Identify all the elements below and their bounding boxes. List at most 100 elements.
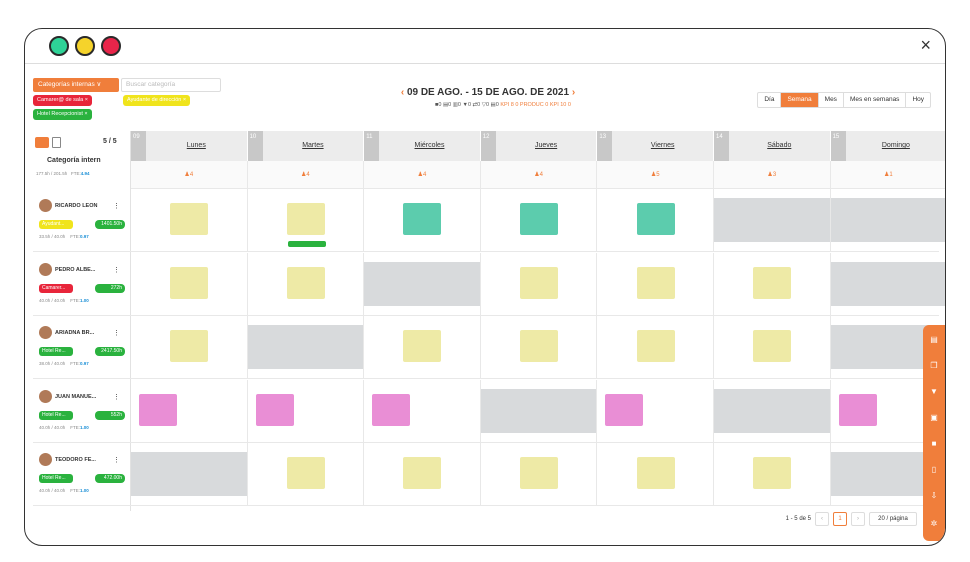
window-red-button[interactable] (101, 36, 121, 56)
day-header-1[interactable]: 10 Martes (247, 131, 365, 161)
shift-block[interactable] (372, 393, 411, 426)
tab-semana[interactable]: Semana (781, 93, 819, 107)
shift-block[interactable] (255, 393, 294, 426)
settings-icon[interactable]: ✲ (929, 519, 939, 529)
day-off-block[interactable] (830, 198, 945, 242)
day-header-4[interactable]: 13 Viernes (597, 131, 714, 161)
filter-tag[interactable]: Camarer@ de sala × (33, 95, 92, 106)
day-header-6[interactable]: 15 Domingo (830, 131, 945, 161)
schedule-cell[interactable] (597, 252, 714, 316)
schedule-cell[interactable] (830, 189, 945, 252)
prev-page-button[interactable]: ‹ (815, 512, 829, 526)
tab-hoy[interactable]: Hoy (906, 93, 930, 107)
day-off-block[interactable] (247, 325, 364, 370)
shift-block[interactable] (403, 457, 442, 490)
day-name[interactable]: Sábado (729, 142, 830, 149)
schedule-cell[interactable] (597, 316, 714, 380)
employee-actions-icon[interactable]: ⋮ (113, 266, 120, 274)
shift-block[interactable] (520, 203, 559, 235)
tab-mes[interactable]: Mes (819, 93, 844, 107)
employee-actions-icon[interactable]: ⋮ (113, 393, 120, 401)
schedule-cell[interactable] (131, 443, 248, 507)
day-header-2[interactable]: 11 Miércoles (364, 131, 481, 161)
delete-icon[interactable]: ■ (929, 439, 939, 449)
shift-block[interactable] (170, 266, 209, 299)
shift-block[interactable] (139, 393, 177, 426)
shift-block[interactable] (753, 457, 792, 490)
day-off-block[interactable] (480, 388, 597, 433)
day-name[interactable]: Domingo (846, 142, 945, 149)
day-off-block[interactable] (364, 261, 480, 306)
day-off-block[interactable] (830, 261, 945, 306)
layout-icon[interactable]: ▤ (929, 335, 939, 345)
day-header-0[interactable]: 09 Lunes (131, 131, 248, 161)
filter-icon[interactable]: ▼ (929, 387, 939, 397)
shift-block[interactable] (753, 266, 792, 299)
employee-actions-icon[interactable]: ⋮ (113, 456, 120, 464)
schedule-cell[interactable] (131, 379, 248, 443)
category-dropdown[interactable]: Categorías internas ∨ (33, 78, 119, 92)
schedule-cell[interactable] (248, 252, 365, 316)
employee-actions-icon[interactable]: ⋮ (113, 329, 120, 337)
day-name[interactable]: Viernes (612, 142, 713, 149)
schedule-cell[interactable] (714, 316, 831, 380)
day-name[interactable]: Miércoles (379, 142, 480, 149)
schedule-cell[interactable] (364, 379, 481, 443)
schedule-cell[interactable] (364, 252, 481, 316)
tab-mes-en-semanas[interactable]: Mes en semanas (844, 93, 907, 107)
schedule-cell[interactable] (364, 316, 481, 380)
shift-block[interactable] (636, 457, 675, 490)
schedule-cell[interactable] (131, 316, 248, 380)
employee-name[interactable]: PEDRO ALBE... (55, 267, 95, 273)
schedule-cell[interactable] (480, 379, 598, 443)
shift-block[interactable] (170, 330, 209, 363)
page-button[interactable]: 1 (833, 512, 847, 526)
schedule-cell[interactable] (714, 252, 831, 316)
download-icon[interactable]: ⇩ (929, 491, 939, 501)
day-off-block[interactable] (714, 198, 830, 242)
employee-name[interactable]: JUAN MANUE... (55, 394, 96, 400)
shift-block[interactable] (286, 457, 325, 490)
next-page-button[interactable]: › (851, 512, 865, 526)
day-name[interactable]: Jueves (496, 142, 597, 149)
category-column-label[interactable]: Categoría intern (47, 157, 101, 164)
document-icon[interactable]: ▯ (929, 465, 939, 475)
shift-block[interactable] (838, 393, 877, 426)
shift-block[interactable] (520, 330, 559, 363)
schedule-cell[interactable] (131, 252, 248, 316)
schedule-cell[interactable] (481, 189, 598, 252)
employee-name[interactable]: RICARDO LEON (55, 203, 97, 209)
employee-name[interactable]: ARIADNA BR... (55, 330, 94, 336)
schedule-cell[interactable] (481, 443, 598, 507)
day-name[interactable]: Martes (263, 142, 364, 149)
next-week-arrow[interactable]: › (572, 87, 575, 98)
schedule-cell[interactable] (364, 189, 481, 252)
shift-block[interactable] (520, 266, 559, 299)
schedule-cell[interactable] (714, 189, 831, 252)
category-search-input[interactable]: Buscar categoría (121, 78, 221, 92)
day-off-block[interactable] (714, 388, 830, 433)
shift-block[interactable] (403, 330, 442, 363)
shift-block[interactable] (636, 266, 675, 299)
schedule-cell[interactable] (597, 443, 714, 507)
schedule-cell[interactable] (597, 189, 714, 252)
schedule-cell[interactable] (481, 252, 598, 316)
day-name[interactable]: Lunes (146, 142, 247, 149)
filter-tag[interactable]: Hotel Recepcionist × (33, 109, 92, 120)
shift-block[interactable] (636, 203, 675, 235)
schedule-cell[interactable] (364, 443, 481, 507)
day-header-3[interactable]: 12 Jueves (480, 131, 598, 161)
employee-name[interactable]: TEODORO FE... (55, 457, 96, 463)
schedule-cell[interactable] (830, 253, 945, 316)
schedule-cell[interactable] (714, 379, 831, 443)
schedule-cell[interactable] (714, 443, 831, 507)
day-header-5[interactable]: 14 Sábado (714, 131, 831, 161)
schedule-cell[interactable] (248, 189, 365, 252)
schedule-cell[interactable] (248, 443, 365, 507)
view-toggle[interactable] (35, 137, 49, 148)
close-icon[interactable]: × (920, 35, 931, 55)
list-view-icon[interactable] (52, 137, 61, 148)
shift-block[interactable] (605, 393, 644, 426)
window-yellow-button[interactable] (75, 36, 95, 56)
schedule-cell[interactable] (248, 379, 365, 443)
